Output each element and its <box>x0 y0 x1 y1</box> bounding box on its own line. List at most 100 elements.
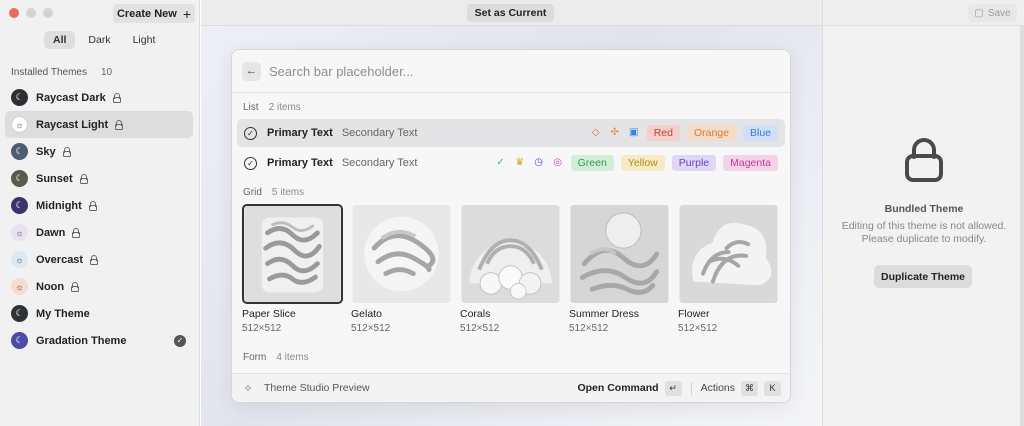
puzzle-icon: ✣ <box>610 127 619 138</box>
grid: Paper Slice 512×512 Gelato 512×512 Corals 512… <box>242 204 779 334</box>
secondary-text: Secondary Text <box>341 157 418 169</box>
grid-item[interactable]: Corals 512×512 <box>460 204 561 334</box>
grid-section-header: Grid 5 items <box>243 187 304 198</box>
filter-all[interactable]: All <box>44 31 76 49</box>
list-section-label: List <box>243 102 259 113</box>
filter-light[interactable]: Light <box>124 31 165 49</box>
theme-item[interactable]: ☼ Raycast Light <box>5 111 193 138</box>
theme-item[interactable]: ☾ Gradation Theme ✓ <box>5 327 193 354</box>
theme-name: Noon <box>36 280 65 293</box>
tag-badge: Yellow <box>620 155 665 171</box>
list-section-count: 2 items <box>268 102 301 113</box>
form-section-count: 4 items <box>276 352 309 363</box>
create-new-button[interactable]: Create New + <box>113 4 195 23</box>
grid-section-count: 5 items <box>271 187 305 198</box>
grid-item-image <box>678 204 779 304</box>
grid-item-subtitle: 512×512 <box>460 323 500 334</box>
lock-icon <box>88 200 97 211</box>
inspector-toolbar: ▢ Save <box>823 0 1024 26</box>
secondary-text: Secondary Text <box>341 127 418 139</box>
installed-themes-header: Installed Themes 10 <box>11 67 112 78</box>
grid-item[interactable]: Paper Slice 512×512 <box>242 204 343 334</box>
open-command-action[interactable]: Open Command <box>577 382 658 394</box>
lock-icon <box>79 173 88 184</box>
theme-item[interactable]: ☾ Sunset <box>5 165 193 192</box>
sun-icon: ☼ <box>11 224 28 241</box>
center-toolbar: Set as Current <box>201 0 822 26</box>
command-key-icon: ⌘ <box>741 380 758 396</box>
theme-item[interactable]: ☾ My Theme <box>5 300 193 327</box>
lock-icon <box>71 281 80 292</box>
theme-item[interactable]: ☾ Midnight <box>5 192 193 219</box>
duplicate-theme-button[interactable]: Duplicate Theme <box>874 265 972 288</box>
theme-name: Midnight <box>36 199 82 212</box>
moon-icon: ☾ <box>11 305 28 322</box>
primary-text: Primary Text <box>267 127 333 139</box>
row-accessories: ◇ ✣ ▣ Red Orange Blue <box>590 125 778 141</box>
return-key-icon: ↵ <box>664 380 682 396</box>
calendar-icon: ▣ <box>628 127 639 138</box>
moon-icon: ☾ <box>11 332 28 349</box>
fingerprint-icon: ◎ <box>553 157 562 168</box>
tag-badge: Magenta <box>723 155 778 171</box>
theme-name: Overcast <box>36 253 84 266</box>
theme-item[interactable]: ☼ Overcast <box>5 246 193 273</box>
sun-icon: ☼ <box>11 116 28 133</box>
search-input[interactable] <box>269 63 749 79</box>
save-button[interactable]: ▢ Save <box>968 4 1017 22</box>
lock-icon <box>90 254 99 265</box>
theme-name: Raycast Dark <box>36 91 106 104</box>
bundled-theme-description: Editing of this theme is not allowed. Pl… <box>841 220 1007 245</box>
plus-icon: + <box>182 5 192 22</box>
form-section-label: Form <box>243 352 267 363</box>
minimize-window-button[interactable] <box>26 8 36 18</box>
list-section-header: List 2 items <box>243 102 301 113</box>
theme-item[interactable]: ☾ Sky <box>5 138 193 165</box>
list-item[interactable]: ✓ Primary Text Secondary Text ✓ ♛ ◷ ◎ Green Yell… <box>237 149 785 177</box>
scrollbar-track[interactable] <box>1020 26 1024 426</box>
theme-item[interactable]: ☾ Raycast Dark <box>5 84 193 111</box>
grid-item-title: Flower <box>678 308 710 320</box>
theme-name: Dawn <box>36 226 66 239</box>
zoom-window-button[interactable] <box>43 8 53 18</box>
form-section-header: Form 4 items <box>243 352 309 363</box>
grid-item-subtitle: 512×512 <box>351 323 391 334</box>
k-key-icon: K <box>764 380 781 396</box>
lock-icon <box>112 92 121 103</box>
moon-icon: ☾ <box>11 197 28 214</box>
tag-badge: Purple <box>671 155 717 171</box>
check-circle-icon: ✓ <box>496 157 505 168</box>
grid-item-image <box>242 204 343 304</box>
lock-icon <box>115 119 124 130</box>
bundled-theme-title: Bundled Theme <box>884 203 964 215</box>
theme-item[interactable]: ☼ Dawn <box>5 219 193 246</box>
inspector-panel: ▢ Save Bundled Theme Editing of this the… <box>822 0 1024 426</box>
footer-separator <box>690 381 692 395</box>
grid-item[interactable]: Flower 512×512 <box>678 204 779 334</box>
actions-button[interactable]: Actions <box>701 382 735 394</box>
section-count: 10 <box>100 67 113 78</box>
lock-icon <box>62 146 71 157</box>
tag-badge: Red <box>646 125 680 141</box>
check-circle-icon: ✓ <box>244 126 257 140</box>
filter-dark[interactable]: Dark <box>79 31 119 49</box>
theme-name: Gradation Theme <box>36 334 127 347</box>
set-as-current-button[interactable]: Set as Current <box>467 4 554 22</box>
crown-icon: ♛ <box>515 157 525 168</box>
lock-icon <box>72 227 81 238</box>
grid-item[interactable]: Summer Dress 512×512 <box>569 204 670 334</box>
list-item[interactable]: ✓ Primary Text Secondary Text ◇ ✣ ▣ Red Orange B… <box>237 119 785 147</box>
grid-item[interactable]: Gelato 512×512 <box>351 204 452 334</box>
tag-icon: ◇ <box>591 127 600 138</box>
grid-section-label: Grid <box>243 187 262 198</box>
theme-item[interactable]: ☼ Noon <box>5 273 193 300</box>
theme-filter: All Dark Light <box>44 31 164 49</box>
theme-studio-logo-icon: ✧ <box>243 382 253 395</box>
window-controls <box>9 8 53 18</box>
clock-icon: ◷ <box>534 157 543 168</box>
close-window-button[interactable] <box>9 8 19 18</box>
grid-item-subtitle: 512×512 <box>242 323 282 334</box>
check-circle-icon: ✓ <box>244 156 257 170</box>
tag-badge: Green <box>570 155 614 171</box>
back-arrow-icon[interactable]: ← <box>242 61 261 81</box>
